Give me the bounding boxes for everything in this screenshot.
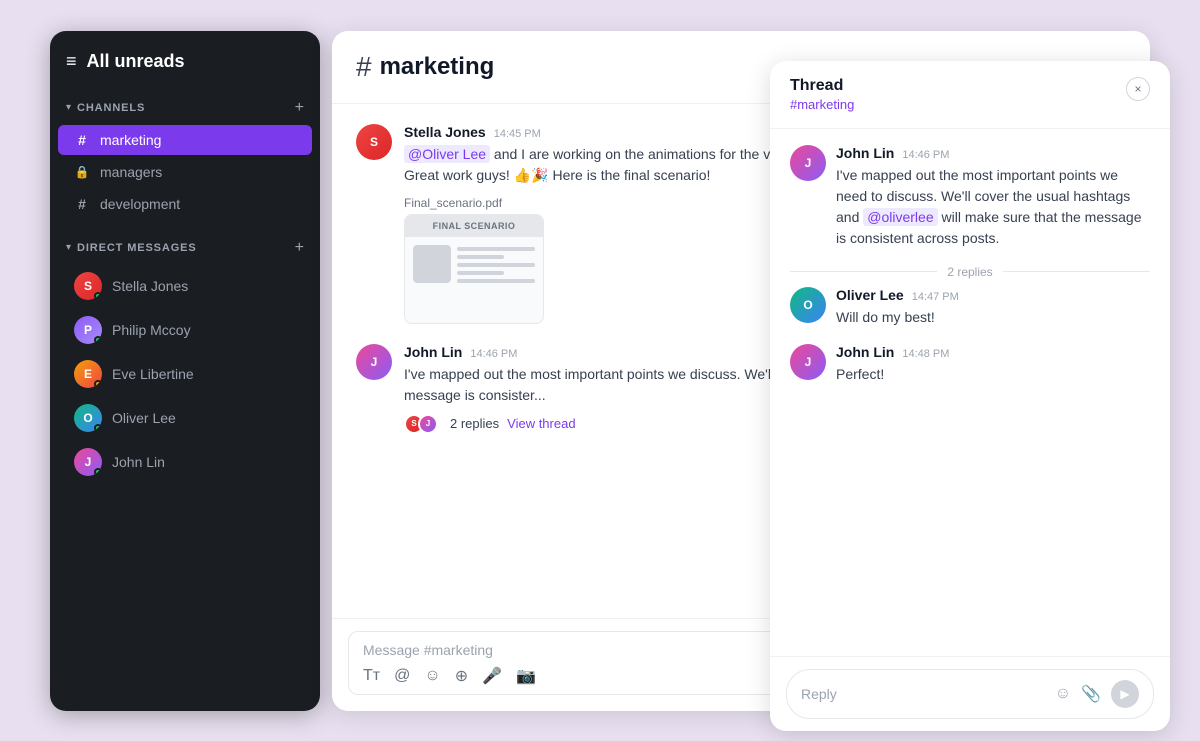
- sidebar: ≡ All unreads ▾ CHANNELS + # marketing 🔒…: [50, 31, 320, 711]
- thread-header: Thread #marketing ×: [770, 61, 1170, 129]
- channels-section-header[interactable]: ▾ CHANNELS +: [50, 92, 320, 124]
- avatar-john: J: [74, 448, 102, 476]
- thread-author-oliver: Oliver Lee: [836, 287, 904, 303]
- thread-author-john-1: John Lin: [836, 145, 894, 161]
- close-thread-button[interactable]: ×: [1126, 77, 1150, 101]
- at-mention-icon[interactable]: @: [394, 667, 410, 685]
- hash-icon: #: [74, 132, 90, 148]
- thread-send-button[interactable]: ▶: [1111, 680, 1139, 708]
- dm-name-eve: Eve Libertine: [112, 366, 194, 382]
- thread-input-box[interactable]: Reply ☺ 📎 ▶: [786, 669, 1154, 719]
- channel-name-managers: managers: [100, 164, 162, 180]
- thread-avatar-oliver: O: [790, 287, 826, 323]
- channel-hash-icon: #: [356, 51, 372, 83]
- dm-name-john: John Lin: [112, 454, 165, 470]
- reply-avatar-john: J: [418, 414, 438, 434]
- replies-divider-label: 2 replies: [947, 265, 992, 279]
- format-text-icon[interactable]: Tт: [363, 667, 380, 685]
- sidebar-header: ≡ All unreads: [50, 51, 320, 92]
- thread-author-john-2: John Lin: [836, 344, 894, 360]
- mic-icon[interactable]: 🎤: [482, 666, 502, 686]
- emoji-icon[interactable]: ☺: [424, 667, 440, 685]
- attachment-preview: FINAL SCENARIO: [404, 214, 544, 324]
- mention-oliver: @Oliver Lee: [404, 145, 490, 163]
- attachment-icon[interactable]: ⊕: [455, 666, 468, 686]
- thread-time-oliver: 14:47 PM: [912, 291, 959, 303]
- msg-author-john: John Lin: [404, 344, 462, 360]
- thread-mention-oliver: @oliverlee: [863, 208, 937, 226]
- thread-message-john-1: J John Lin 14:46 PM I've mapped out the …: [790, 145, 1150, 249]
- msg-time-john: 14:46 PM: [470, 348, 517, 360]
- thread-avatar-john-1: J: [790, 145, 826, 181]
- channel-name-marketing: marketing: [100, 132, 161, 148]
- sidebar-item-managers[interactable]: 🔒 managers: [58, 157, 312, 187]
- att-line-5: [457, 279, 535, 283]
- att-line-4: [457, 271, 504, 275]
- hamburger-icon[interactable]: ≡: [66, 51, 77, 72]
- dm-name-stella: Stella Jones: [112, 278, 188, 294]
- thread-text-john-2: Perfect!: [836, 364, 1150, 385]
- lock-icon: 🔒: [74, 165, 90, 179]
- thread-input-area: Reply ☺ 📎 ▶: [770, 656, 1170, 731]
- channel-name-development: development: [100, 196, 180, 212]
- thread-time-john-1: 14:46 PM: [902, 149, 949, 161]
- dm-section-header[interactable]: ▾ DIRECT MESSAGES +: [50, 232, 320, 264]
- avatar-oliver: O: [74, 404, 102, 432]
- view-thread-button[interactable]: View thread: [507, 416, 575, 431]
- thread-panel: Thread #marketing × J John Lin 14:46 PM …: [770, 61, 1170, 731]
- thread-text-oliver: Will do my best!: [836, 307, 1150, 328]
- add-dm-button[interactable]: +: [295, 240, 304, 256]
- msg-avatar-john: J: [356, 344, 392, 380]
- hash-icon-dev: #: [74, 196, 90, 212]
- sidebar-item-development[interactable]: # development: [58, 189, 312, 219]
- att-line-3: [457, 263, 535, 267]
- channels-chevron-icon: ▾: [66, 102, 71, 113]
- dm-name-philip: Philip Mccoy: [112, 322, 191, 338]
- attachment-header: FINAL SCENARIO: [405, 215, 543, 237]
- replies-divider: 2 replies: [790, 265, 1150, 279]
- avatar-eve: E: [74, 360, 102, 388]
- avatar-stella: S: [74, 272, 102, 300]
- msg-avatar-stella: S: [356, 124, 392, 160]
- thread-emoji-icon[interactable]: ☺: [1055, 685, 1071, 703]
- msg-time-stella: 14:45 PM: [494, 128, 541, 140]
- sidebar-title: All unreads: [87, 51, 185, 72]
- dm-chevron-icon: ▾: [66, 242, 71, 253]
- thread-attachment-icon[interactable]: 📎: [1081, 684, 1101, 704]
- thread-messages: J John Lin 14:46 PM I've mapped out the …: [770, 129, 1170, 656]
- thread-text-john-1: I've mapped out the most important point…: [836, 165, 1150, 249]
- thread-time-john-2: 14:48 PM: [902, 348, 949, 360]
- thread-channel: #marketing: [790, 97, 854, 112]
- dm-item-john[interactable]: J John Lin: [58, 441, 312, 483]
- chat-channel-name: marketing: [380, 53, 495, 81]
- dm-name-oliver: Oliver Lee: [112, 410, 176, 426]
- dm-item-eve[interactable]: E Eve Libertine: [58, 353, 312, 395]
- thread-title: Thread: [790, 77, 854, 95]
- add-channel-button[interactable]: +: [295, 100, 304, 116]
- replies-count: 2 replies: [450, 416, 499, 431]
- thread-input-placeholder: Reply: [801, 686, 1045, 702]
- dm-item-oliver[interactable]: O Oliver Lee: [58, 397, 312, 439]
- thread-message-john-2: J John Lin 14:48 PM Perfect!: [790, 344, 1150, 385]
- attachment-thumbnail: [413, 245, 451, 283]
- thread-message-oliver: O Oliver Lee 14:47 PM Will do my best!: [790, 287, 1150, 328]
- thread-avatar-john-2: J: [790, 344, 826, 380]
- att-line-1: [457, 247, 535, 251]
- avatar-philip: P: [74, 316, 102, 344]
- msg-author-stella: Stella Jones: [404, 124, 486, 140]
- dm-label: DIRECT MESSAGES: [77, 242, 197, 254]
- att-line-2: [457, 255, 504, 259]
- video-icon[interactable]: 📷: [516, 666, 536, 686]
- dm-item-stella[interactable]: S Stella Jones: [58, 265, 312, 307]
- channels-label: CHANNELS: [77, 102, 145, 114]
- dm-item-philip[interactable]: P Philip Mccoy: [58, 309, 312, 351]
- sidebar-item-marketing[interactable]: # marketing: [58, 125, 312, 155]
